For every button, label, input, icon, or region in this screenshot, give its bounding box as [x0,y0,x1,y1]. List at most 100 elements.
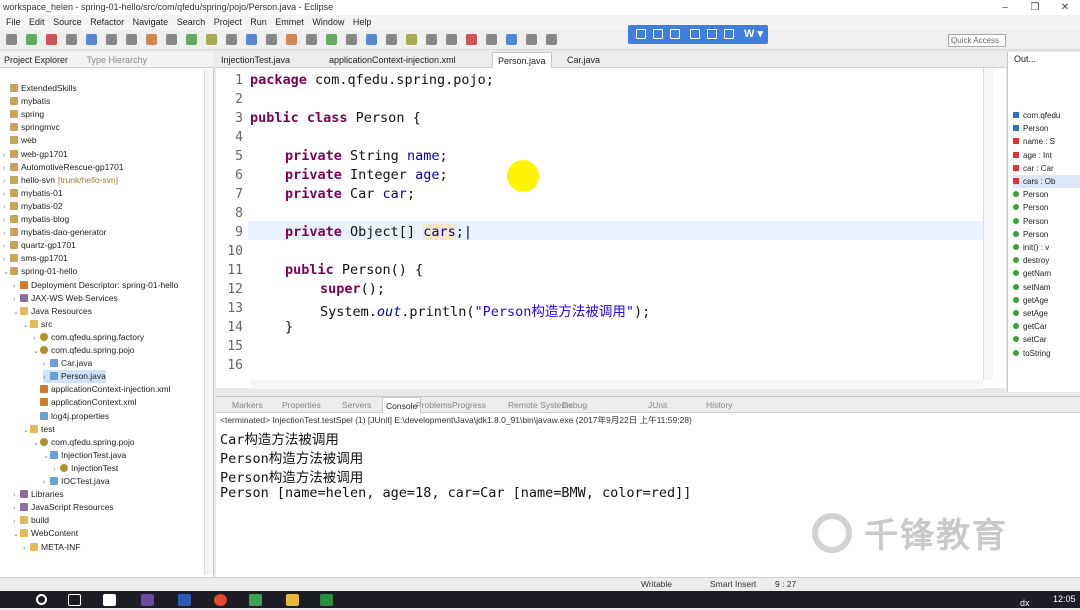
layout-icon[interactable] [670,29,680,39]
toolbar-button-icon[interactable] [226,34,237,45]
menu-file[interactable]: File [6,17,21,27]
twisty-icon[interactable]: ⌄ [23,319,30,331]
word-icon[interactable] [178,594,191,606]
tree-item[interactable]: › Car.java [43,357,92,370]
outline-item[interactable]: getCar [1013,320,1080,333]
close-icon[interactable]: ✕ [1050,0,1080,15]
menu-edit[interactable]: Edit [29,17,45,27]
outline-item[interactable]: setNam [1013,281,1080,294]
app-icon[interactable] [320,594,333,606]
twisty-icon[interactable]: ⌄ [43,450,50,462]
tree-item[interactable]: › Person.java [43,370,106,384]
tree-item[interactable]: › hello-svn [trunk/hello-svn] [3,174,118,187]
toolbar-button-icon[interactable] [186,34,197,45]
tree-item[interactable]: › AutomotiveRescue-gp1701 [3,161,124,174]
twisty-icon[interactable]: › [13,489,20,501]
tree-item[interactable]: ⌄ test [23,423,55,436]
tree-item[interactable]: log4j.properties [33,410,109,423]
toolbar-button-icon[interactable] [246,34,257,45]
menu-project[interactable]: Project [214,17,242,27]
toolbar-button-icon[interactable] [426,34,437,45]
menu-window[interactable]: Window [312,17,344,27]
task-view-icon[interactable] [68,594,81,606]
quick-access-input[interactable]: Quick Access [948,34,1006,47]
tree-item[interactable]: ⌄ Java Resources [13,305,92,318]
tree-item[interactable]: applicationContext-injection.xml [33,383,171,396]
menu-search[interactable]: Search [177,17,206,27]
tab-type-hierarchy[interactable]: Type Hierarchy [83,52,152,68]
chrome-icon[interactable] [214,594,227,606]
tree-item[interactable]: › build [13,514,49,527]
twisty-icon[interactable]: › [23,542,30,554]
tab-progress[interactable]: Progress [452,397,486,413]
tree-item[interactable]: ⌄ com.qfedu.spring.pojo [33,344,135,357]
twisty-icon[interactable]: › [13,280,20,292]
tab-properties[interactable]: Properties [282,397,321,413]
folder-icon[interactable] [286,594,299,606]
outline-item[interactable]: toString [1013,347,1080,360]
tab-junit[interactable]: JUnit [648,397,667,413]
toolbar-button-icon[interactable] [66,34,77,45]
twisty-icon[interactable]: › [3,149,10,161]
twisty-icon[interactable]: › [43,358,50,370]
menu-source[interactable]: Source [53,17,82,27]
toolbar-button-icon[interactable] [146,34,157,45]
maximize-icon[interactable]: ❐ [1020,0,1050,15]
tab-history[interactable]: History [706,397,732,413]
outline-item[interactable]: setAge [1013,307,1080,320]
toolbar-button-icon[interactable] [266,34,277,45]
layout-icon[interactable] [707,29,717,39]
toolbar-button-icon[interactable] [86,34,97,45]
outline-item[interactable]: init() : v [1013,241,1080,254]
tree-item[interactable]: › mybatis-01 [3,187,63,200]
toolbar-button-icon[interactable] [526,34,537,45]
tree-item[interactable]: ⌄ spring-01-hello [3,265,77,278]
tree-item[interactable]: spring [3,108,44,121]
toolbar-button-icon[interactable] [346,34,357,45]
tab-outline[interactable]: Out... [1014,54,1036,64]
tree-item[interactable]: › sms-gp1701 [3,252,68,265]
minimize-icon[interactable]: – [990,0,1020,15]
toolbar-button-icon[interactable] [486,34,497,45]
outline-item[interactable]: getNam [1013,267,1080,280]
twisty-icon[interactable]: › [43,476,50,488]
tree-item[interactable]: › JavaScript Resources [13,501,114,514]
toolbar-button-icon[interactable] [306,34,317,45]
twisty-icon[interactable]: › [33,332,40,344]
tab-car-java[interactable]: Car.java [562,52,605,68]
editor-horizontal-scrollbar[interactable] [250,380,983,389]
twisty-icon[interactable]: › [53,463,60,475]
twisty-icon[interactable]: › [3,214,10,226]
outline-item[interactable]: getAge [1013,294,1080,307]
twisty-icon[interactable]: › [13,515,20,527]
tree-item[interactable]: › com.qfedu.spring.factory [33,331,144,344]
search-icon[interactable] [36,594,47,605]
menu-navigate[interactable]: Navigate [133,17,169,27]
menu-run[interactable]: Run [250,17,267,27]
toolbar-button-icon[interactable] [126,34,137,45]
twisty-icon[interactable]: › [3,162,10,174]
tree-item[interactable]: ⌄ InjectionTest.java [43,449,126,462]
twisty-icon[interactable]: › [43,371,50,383]
outline-item[interactable]: cars : Ob [1013,175,1080,188]
tree-item[interactable]: › InjectionTest [53,462,118,475]
tree-item[interactable]: › mybatis-02 [3,200,63,213]
tree-item[interactable]: › mybatis-dao-generator [3,226,107,239]
tree-item[interactable]: ⌄ src [23,318,52,331]
toolbar-button-icon[interactable] [6,34,17,45]
twisty-icon[interactable]: ⌄ [13,306,20,318]
layout-icon[interactable] [690,29,700,39]
twisty-icon[interactable]: › [3,201,10,213]
twisty-icon[interactable]: › [3,175,10,187]
tree-item[interactable]: ExtendedSkills [3,82,77,95]
tab-debug[interactable]: Debug [562,397,587,413]
toolbar-button-icon[interactable] [206,34,217,45]
toolbar-button-icon[interactable] [386,34,397,45]
outline-item[interactable]: car : Car [1013,162,1080,175]
tree-item[interactable]: mybatis [3,95,50,108]
outline-item[interactable]: com.qfedu [1013,109,1080,122]
tree-item[interactable]: applicationContext.xml [33,396,137,409]
eclipse-icon[interactable] [141,594,154,606]
toolbar-button-icon[interactable] [106,34,117,45]
menu-emmet[interactable]: Emmet [275,17,304,27]
